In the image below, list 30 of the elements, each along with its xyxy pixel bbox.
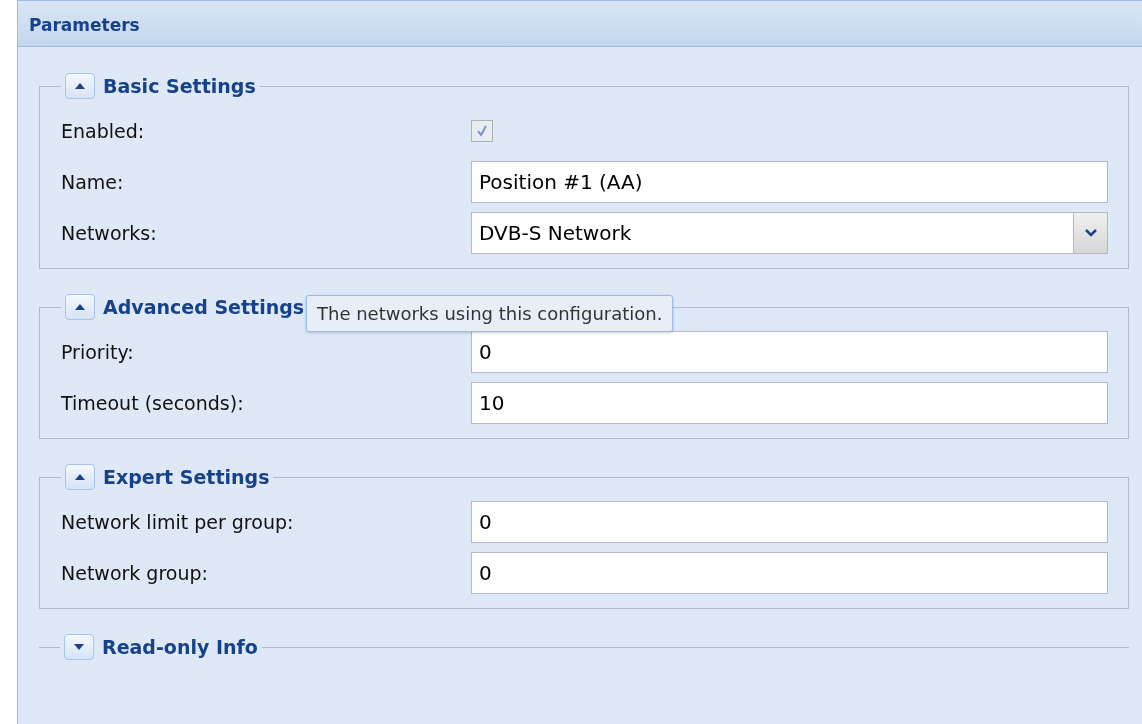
field-label: Enabled: (61, 120, 146, 142)
collapse-toggle-button[interactable] (65, 294, 95, 320)
up-triangle-icon (75, 304, 85, 310)
group-title: Advanced Settings (103, 296, 305, 318)
text-field[interactable]: 0 (471, 552, 1108, 594)
dropdown-field[interactable]: DVB-S Network (471, 212, 1108, 254)
field-label: Priority: (61, 341, 135, 363)
down-triangle-icon (74, 644, 84, 650)
tooltip: The networks using this configuration. (306, 295, 674, 332)
collapse-toggle-button[interactable] (65, 73, 95, 99)
panel-title: Parameters (29, 15, 140, 35)
group-title: Basic Settings (103, 75, 256, 97)
text-field[interactable]: 0 (471, 501, 1108, 543)
collapse-toggle-button[interactable] (64, 634, 94, 660)
checkmark-icon (475, 124, 489, 138)
field-label: Network limit per group: (61, 511, 295, 533)
group-title: Expert Settings (103, 466, 270, 488)
collapse-toggle-button[interactable] (65, 464, 95, 490)
field-label: Network group: (61, 562, 209, 584)
group-title: Read-only Info (102, 636, 258, 658)
text-field[interactable]: 0 (471, 331, 1108, 373)
dropdown-arrow-button[interactable] (1073, 213, 1107, 253)
up-triangle-icon (75, 83, 85, 89)
field-label: Name: (61, 171, 125, 193)
field-label: Timeout (seconds): (61, 392, 245, 414)
text-field[interactable]: Position #1 (AA) (471, 161, 1108, 203)
field-label: Networks: (61, 222, 158, 244)
up-triangle-icon (75, 474, 85, 480)
chevron-down-icon (1084, 229, 1097, 237)
text-field[interactable]: 10 (471, 382, 1108, 424)
